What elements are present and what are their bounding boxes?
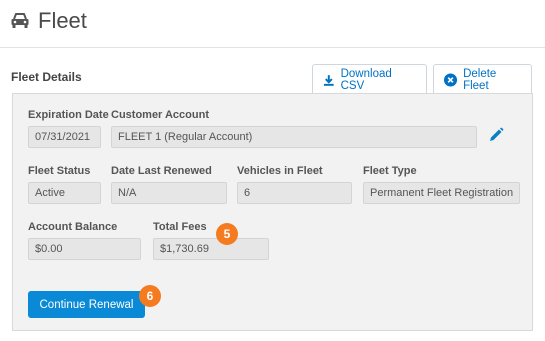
page-header: Fleet [10,6,87,36]
fleet-status-label: Fleet Status [28,165,91,177]
fleet-type-field: Permanent Fleet Registration [363,182,520,204]
customer-account-field: FLEET 1 (Regular Account) [111,126,477,148]
delete-fleet-label: Delete Fleet [463,67,497,92]
vehicles-in-fleet-field: 6 [237,182,352,204]
pencil-icon[interactable] [488,127,504,143]
step-badge-continue: 6 [139,285,161,307]
expiration-date-field: 07/31/2021 [28,126,101,148]
car-icon [11,13,29,28]
delete-fleet-button[interactable]: Delete Fleet [433,64,532,94]
page-title: Fleet [38,8,87,33]
download-icon [323,74,334,86]
header-divider [0,47,545,48]
fleet-type-label: Fleet Type [363,165,417,177]
customer-account-label: Customer Account [111,109,209,121]
section-title: Fleet Details [11,70,82,84]
date-last-renewed-field: N/A [111,182,227,204]
fleet-status-field: Active [28,182,101,204]
vehicles-in-fleet-label: Vehicles in Fleet [237,165,323,177]
close-circle-icon [444,72,458,87]
download-csv-label: Download CSV [340,67,392,92]
account-balance-field: $0.00 [28,238,141,260]
download-csv-button[interactable]: Download CSV [312,64,427,94]
step-badge-total-fees: 5 [216,223,238,245]
continue-renewal-button[interactable]: Continue Renewal [28,291,145,318]
account-balance-label: Account Balance [28,221,118,233]
total-fees-label: Total Fees [153,221,207,233]
expiration-date-label: Expiration Date [28,109,109,121]
total-fees-field: $1,730.69 [153,238,269,260]
date-last-renewed-label: Date Last Renewed [111,165,212,177]
